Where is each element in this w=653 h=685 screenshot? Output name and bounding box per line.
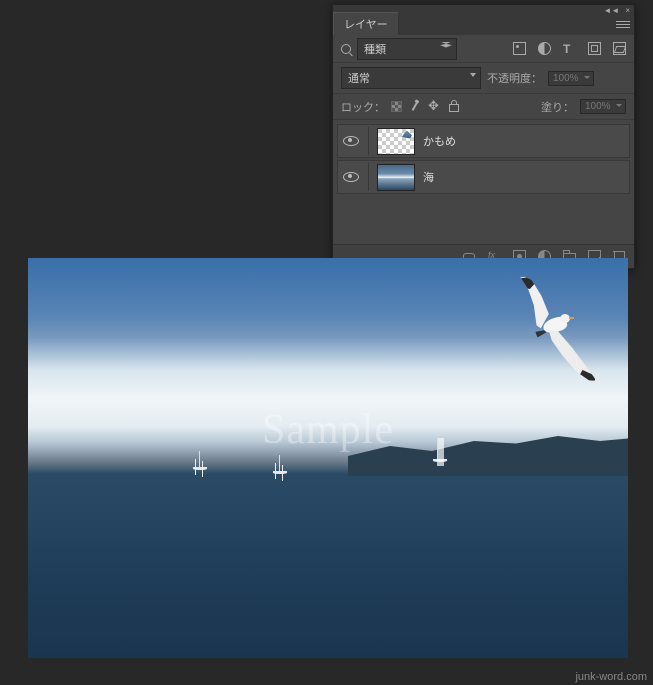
adjustment-filter-icon[interactable] — [538, 42, 551, 55]
image-filter-icon[interactable] — [513, 42, 526, 55]
filter-kind-dropdown[interactable]: 種類 — [357, 38, 457, 60]
blend-row: 通常 不透明度： 100% — [333, 63, 634, 94]
sailboat — [433, 442, 447, 462]
panel-tabs: レイヤー — [333, 15, 634, 35]
layer-name[interactable]: かもめ — [423, 133, 456, 149]
fill-label: 塗り： — [541, 99, 574, 115]
panel-menu-icon[interactable] — [616, 19, 630, 29]
layer-thumbnail[interactable] — [377, 164, 415, 191]
lock-position-icon[interactable] — [429, 101, 440, 112]
layers-panel: ◄◄ × レイヤー 種類 通常 不透明度： 100% ロック： 塗り： 10 — [332, 4, 635, 269]
lock-all-icon[interactable] — [448, 101, 459, 112]
close-icon[interactable]: × — [625, 6, 630, 15]
collapse-icon[interactable]: ◄◄ — [603, 6, 619, 15]
lock-transparency-icon[interactable] — [391, 101, 402, 112]
layer-row[interactable]: 海 — [337, 160, 630, 194]
seagull — [508, 278, 603, 383]
opacity-input[interactable]: 100% — [548, 71, 594, 86]
search-icon — [341, 44, 351, 54]
fill-input[interactable]: 100% — [580, 99, 626, 114]
visibility-toggle-icon[interactable] — [342, 168, 360, 186]
smart-filter-icon[interactable] — [613, 42, 626, 55]
text-filter-icon[interactable] — [563, 42, 576, 55]
opacity-label: 不透明度： — [487, 70, 542, 86]
lock-row: ロック： 塗り： 100% — [333, 94, 634, 120]
filter-row: 種類 — [333, 35, 634, 63]
sailboat — [273, 454, 287, 474]
lock-icons — [391, 101, 459, 112]
shape-filter-icon[interactable] — [588, 42, 601, 55]
layers-empty-area[interactable] — [337, 196, 630, 240]
layers-list: かもめ 海 — [333, 120, 634, 244]
sample-watermark: Sample — [262, 406, 394, 454]
site-watermark: junk-word.com — [575, 671, 647, 683]
visibility-toggle-icon[interactable] — [342, 132, 360, 150]
blend-mode-dropdown[interactable]: 通常 — [341, 67, 481, 89]
lock-pixels-icon[interactable] — [410, 101, 421, 112]
filter-icons — [513, 42, 626, 55]
sailboat — [193, 450, 207, 470]
tab-layers[interactable]: レイヤー — [333, 12, 399, 35]
lock-label: ロック： — [341, 99, 385, 115]
layer-row[interactable]: かもめ — [337, 124, 630, 158]
layer-thumbnail[interactable] — [377, 128, 415, 155]
layer-name[interactable]: 海 — [423, 169, 434, 185]
canvas-image[interactable]: Sample — [28, 258, 628, 658]
